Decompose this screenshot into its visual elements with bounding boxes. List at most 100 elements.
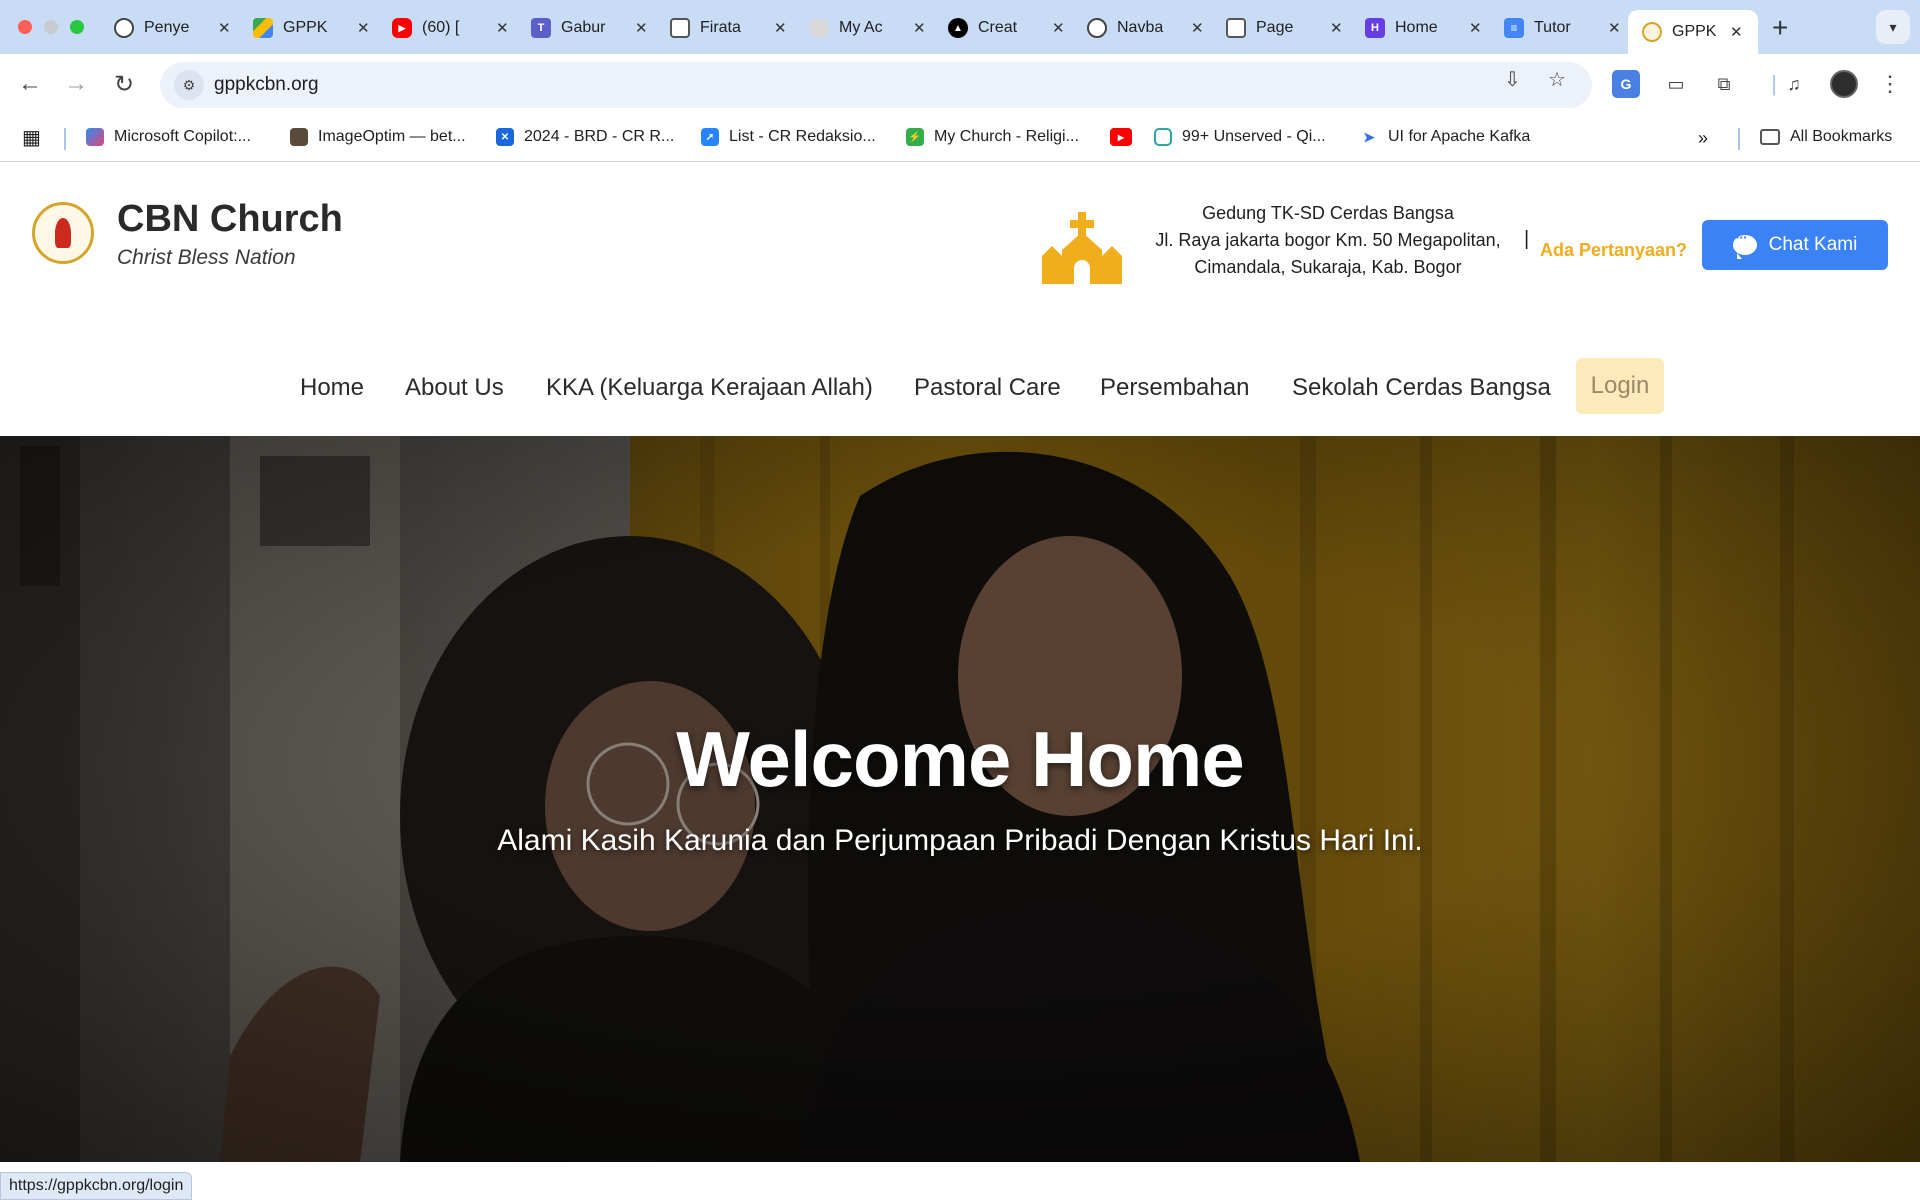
confluence-icon: ✕ xyxy=(496,128,514,146)
nav-home[interactable]: Home xyxy=(300,374,364,402)
new-tab-icon[interactable]: + xyxy=(1772,12,1788,44)
login-label: Login xyxy=(1590,372,1650,399)
browser-tab[interactable]: ▶ (60) [ ✕ xyxy=(378,10,513,46)
browser-tab[interactable]: My Ac ✕ xyxy=(795,10,930,46)
nav-persembahan[interactable]: Persembahan xyxy=(1100,374,1249,402)
bookmark-label: UI for Apache Kafka xyxy=(1388,128,1531,145)
reload-icon[interactable]: ↻ xyxy=(108,68,140,100)
bookmark-label: 2024 - BRD - CR R... xyxy=(524,128,675,145)
browser-tab[interactable]: H Home ✕ xyxy=(1351,10,1486,46)
nav-sekolah-cerdas-bangsa[interactable]: Sekolah Cerdas Bangsa xyxy=(1292,374,1551,402)
nav-kka[interactable]: KKA (Keluarga Kerajaan Allah) xyxy=(546,374,873,402)
all-bookmarks-button[interactable]: All Bookmarks xyxy=(1760,128,1892,146)
main-navigation: Home About Us KKA (Keluarga Kerajaan All… xyxy=(0,338,1920,436)
bookmark-item[interactable]: ⚡ My Church - Religi... xyxy=(906,128,1079,146)
translate-icon[interactable]: G xyxy=(1612,70,1640,98)
all-bookmarks-label: All Bookmarks xyxy=(1790,128,1893,145)
browser-tab-active[interactable]: GPPK ✕ xyxy=(1628,10,1758,54)
bookmark-item[interactable]: ImageOptim — bet... xyxy=(290,128,466,146)
youtube-icon: ▶ xyxy=(1110,128,1132,146)
browser-tab[interactable]: Page ✕ xyxy=(1212,10,1347,46)
openai-icon xyxy=(1087,18,1107,38)
bookmark-item[interactable]: ➤ UI for Apache Kafka xyxy=(1360,128,1530,146)
close-tab-icon[interactable]: ✕ xyxy=(218,19,231,37)
jira-icon: ➚ xyxy=(701,128,719,146)
chat-button[interactable]: Chat Kami xyxy=(1702,220,1888,270)
browser-tab[interactable]: Penye ✕ xyxy=(100,10,235,46)
page-icon xyxy=(1226,18,1246,38)
browser-tab[interactable]: Navba ✕ xyxy=(1073,10,1208,46)
nav-pastoral-care[interactable]: Pastoral Care xyxy=(914,374,1061,402)
close-tab-icon[interactable]: ✕ xyxy=(1052,19,1065,37)
maximize-window-button[interactable] xyxy=(70,20,84,34)
close-tab-icon[interactable]: ✕ xyxy=(1191,19,1204,37)
google-drive-icon xyxy=(253,18,273,38)
browser-toolbar: ← → ↻ ⚙ gppkcbn.org ⇩ ☆ G ▭ ⧉ | ♫ ⋮ xyxy=(0,54,1920,116)
address-line-3: Cimandala, Sukaraja, Kab. Bogor xyxy=(1194,257,1462,277)
bookmarks-bar: ▦ Microsoft Copilot:... ImageOptim — bet… xyxy=(0,116,1920,162)
brand-title[interactable]: CBN Church xyxy=(117,198,343,241)
close-tab-icon[interactable]: ✕ xyxy=(1608,19,1621,37)
bookmark-item[interactable]: ▶ xyxy=(1110,128,1142,146)
bookmark-item[interactable]: ➚ List - CR Redaksio... xyxy=(701,128,876,146)
close-tab-icon[interactable]: ✕ xyxy=(496,19,509,37)
site-info-icon[interactable]: ⚙ xyxy=(174,70,204,100)
address-line-1: Gedung TK-SD Cerdas Bangsa xyxy=(1202,203,1454,223)
hostinger-icon: H xyxy=(1365,18,1385,38)
bookmark-label: My Church - Religi... xyxy=(934,128,1079,145)
globe-icon xyxy=(809,18,829,38)
browser-tab[interactable]: ▲ Creat ✕ xyxy=(934,10,1069,46)
bookmark-label: ImageOptim — bet... xyxy=(318,128,466,145)
close-tab-icon[interactable]: ✕ xyxy=(635,19,648,37)
profile-avatar[interactable] xyxy=(1830,70,1858,98)
browser-tab[interactable]: T Gabur ✕ xyxy=(517,10,652,46)
teams-icon: T xyxy=(531,18,551,38)
browser-tab[interactable]: Firata ✕ xyxy=(656,10,791,46)
url-text[interactable]: gppkcbn.org xyxy=(214,74,319,96)
forward-icon[interactable]: → xyxy=(60,68,92,100)
site-header: CBN Church Christ Bless Nation Gedung TK… xyxy=(0,162,1920,338)
tab-title: Navba xyxy=(1117,19,1164,36)
extensions-icon[interactable]: ⧉ xyxy=(1710,70,1738,98)
tab-title: Page xyxy=(1256,19,1294,36)
apps-grid-icon[interactable]: ▦ xyxy=(22,125,41,150)
church-app-icon: ⚡ xyxy=(906,128,924,146)
bookmark-star-icon[interactable]: ☆ xyxy=(1548,67,1566,92)
chevron-down-icon[interactable]: ▾ xyxy=(1876,10,1910,44)
media-control-icon[interactable]: ♫ xyxy=(1780,70,1808,98)
qiscus-icon xyxy=(1154,128,1172,146)
youtube-icon: ▶ xyxy=(392,18,412,38)
close-tab-icon[interactable]: ✕ xyxy=(357,19,370,37)
tab-title: Gabur xyxy=(561,19,606,36)
back-icon[interactable]: ← xyxy=(14,68,46,100)
close-tab-icon[interactable]: ✕ xyxy=(1469,19,1482,37)
church-logo-icon xyxy=(1642,22,1662,42)
install-app-icon[interactable]: ⇩ xyxy=(1504,67,1521,92)
login-button[interactable]: Login xyxy=(1576,358,1664,414)
close-tab-icon[interactable]: ✕ xyxy=(913,19,926,37)
page-section-below-hero xyxy=(0,1162,1920,1200)
menu-kebab-icon[interactable]: ⋮ xyxy=(1876,70,1904,98)
cast-icon[interactable]: ▭ xyxy=(1662,70,1690,98)
more-bookmarks-icon[interactable]: » xyxy=(1698,128,1708,149)
close-tab-icon[interactable]: ✕ xyxy=(1330,19,1343,37)
tab-title: (60) [ xyxy=(422,19,460,36)
minimize-window-button[interactable] xyxy=(44,20,58,34)
church-address: Gedung TK-SD Cerdas Bangsa Jl. Raya jaka… xyxy=(1136,200,1520,281)
browser-tab[interactable]: ≡ Tutor ✕ xyxy=(1490,10,1625,46)
close-window-button[interactable] xyxy=(18,20,32,34)
bookmark-item[interactable]: ✕ 2024 - BRD - CR R... xyxy=(496,128,674,146)
address-bar[interactable]: ⚙ gppkcbn.org xyxy=(160,62,1592,108)
tab-title: Creat xyxy=(978,19,1018,36)
tab-title: My Ac xyxy=(839,19,883,36)
nav-about-us[interactable]: About Us xyxy=(405,374,504,402)
page-icon xyxy=(670,18,690,38)
close-tab-icon[interactable]: ✕ xyxy=(1730,23,1743,41)
tab-strip: Penye ✕ GPPK ✕ ▶ (60) [ ✕ T Gabur ✕ Fira… xyxy=(0,0,1920,54)
church-logo[interactable] xyxy=(32,202,94,264)
kafka-icon: ➤ xyxy=(1360,128,1378,146)
close-tab-icon[interactable]: ✕ xyxy=(774,19,787,37)
bookmark-item[interactable]: 99+ Unserved - Qi... xyxy=(1154,128,1326,146)
browser-tab[interactable]: GPPK ✕ xyxy=(239,10,374,46)
bookmark-item[interactable]: Microsoft Copilot:... xyxy=(86,128,251,146)
